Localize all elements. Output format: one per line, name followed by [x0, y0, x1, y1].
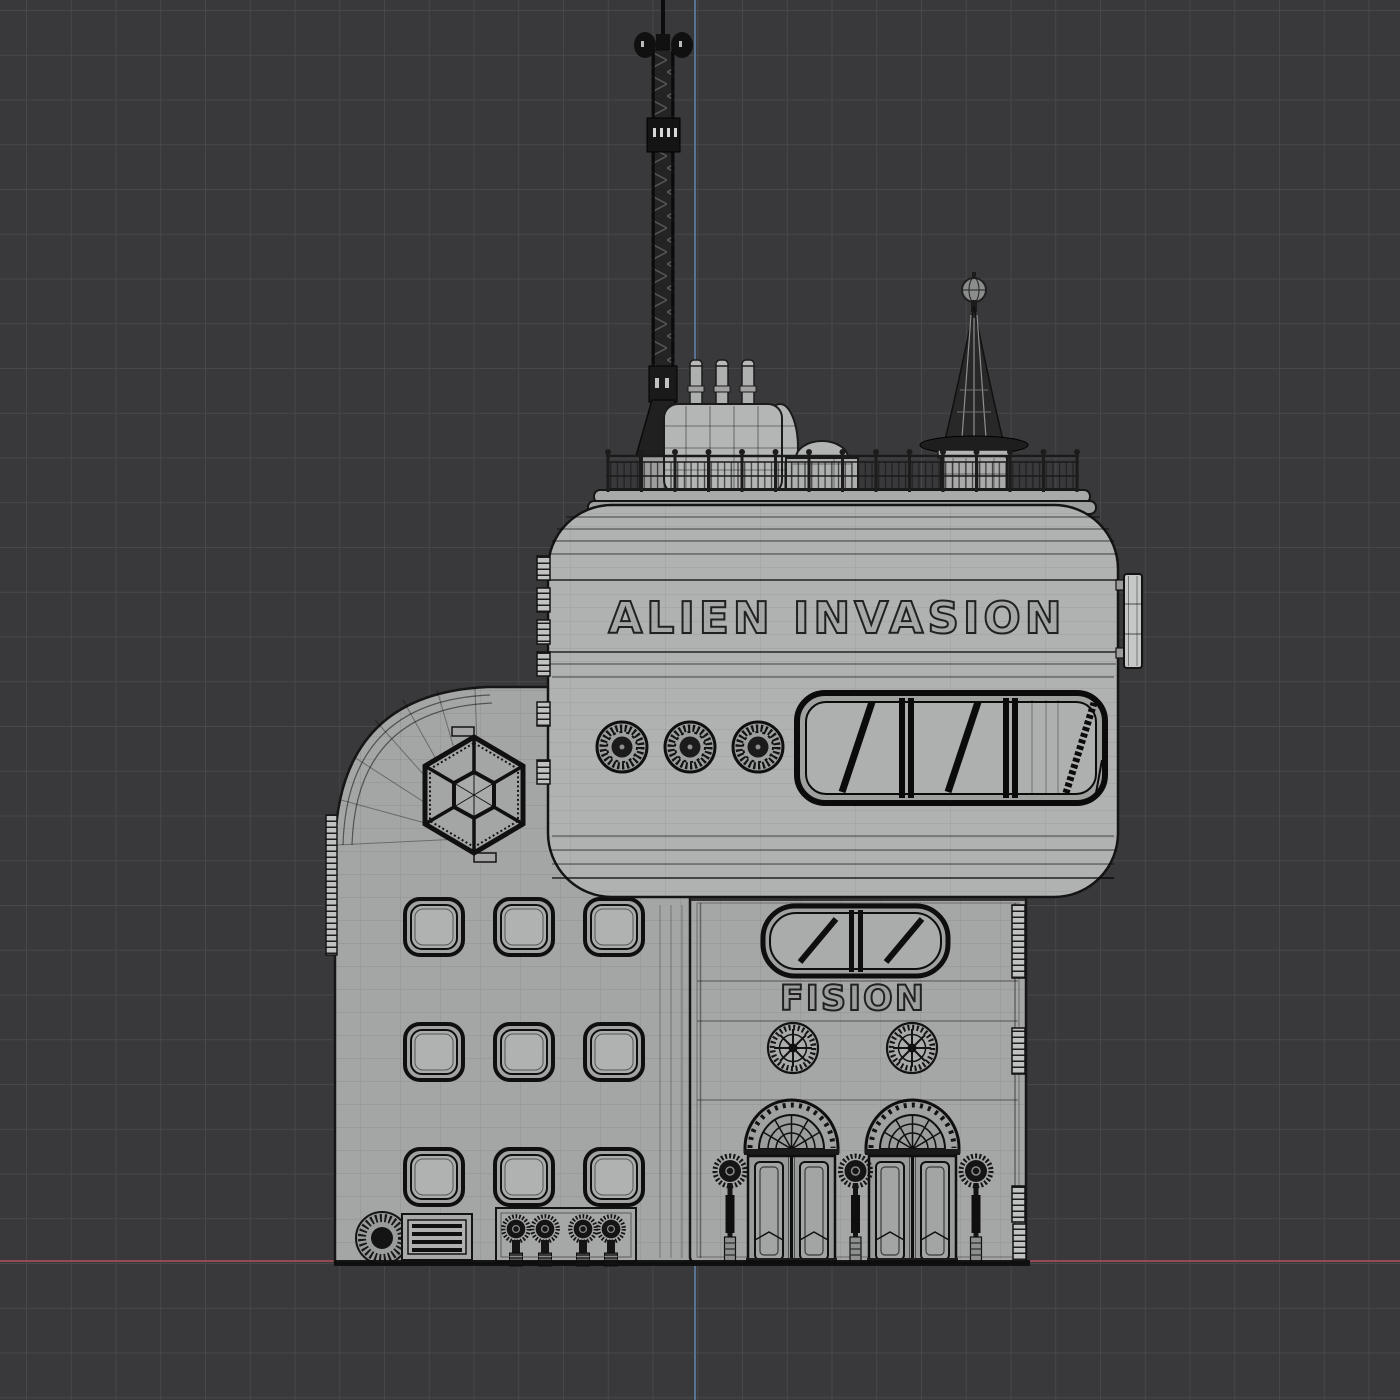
rosette-dial: [887, 1023, 937, 1073]
capsule: [536, 503, 1143, 899]
side-vent-strip: [325, 814, 338, 956]
3d-viewport[interactable]: ALIEN INVASION FISION: [0, 0, 1400, 1400]
tower-top-window: [760, 903, 951, 979]
ground-contact-shadow: [334, 1260, 1030, 1266]
curved-window-band: [794, 690, 1108, 806]
sign-alien-invasion: ALIEN INVASION: [607, 592, 1066, 645]
building-model[interactable]: [0, 0, 1400, 1400]
window-grid: [403, 897, 645, 1207]
rosette-dial: [768, 1023, 818, 1073]
porthole-row: [597, 722, 783, 772]
side-fin: [1115, 573, 1143, 669]
arched-door: [744, 1100, 839, 1263]
louver-vent: [401, 1213, 473, 1261]
roof-railing: [605, 449, 1080, 492]
pipe-panel: [495, 1207, 637, 1266]
fision-tower: [688, 891, 1028, 1263]
arched-door: [865, 1100, 960, 1263]
sign-fision: FISION: [779, 979, 927, 1019]
fan-vent: [355, 1211, 409, 1265]
